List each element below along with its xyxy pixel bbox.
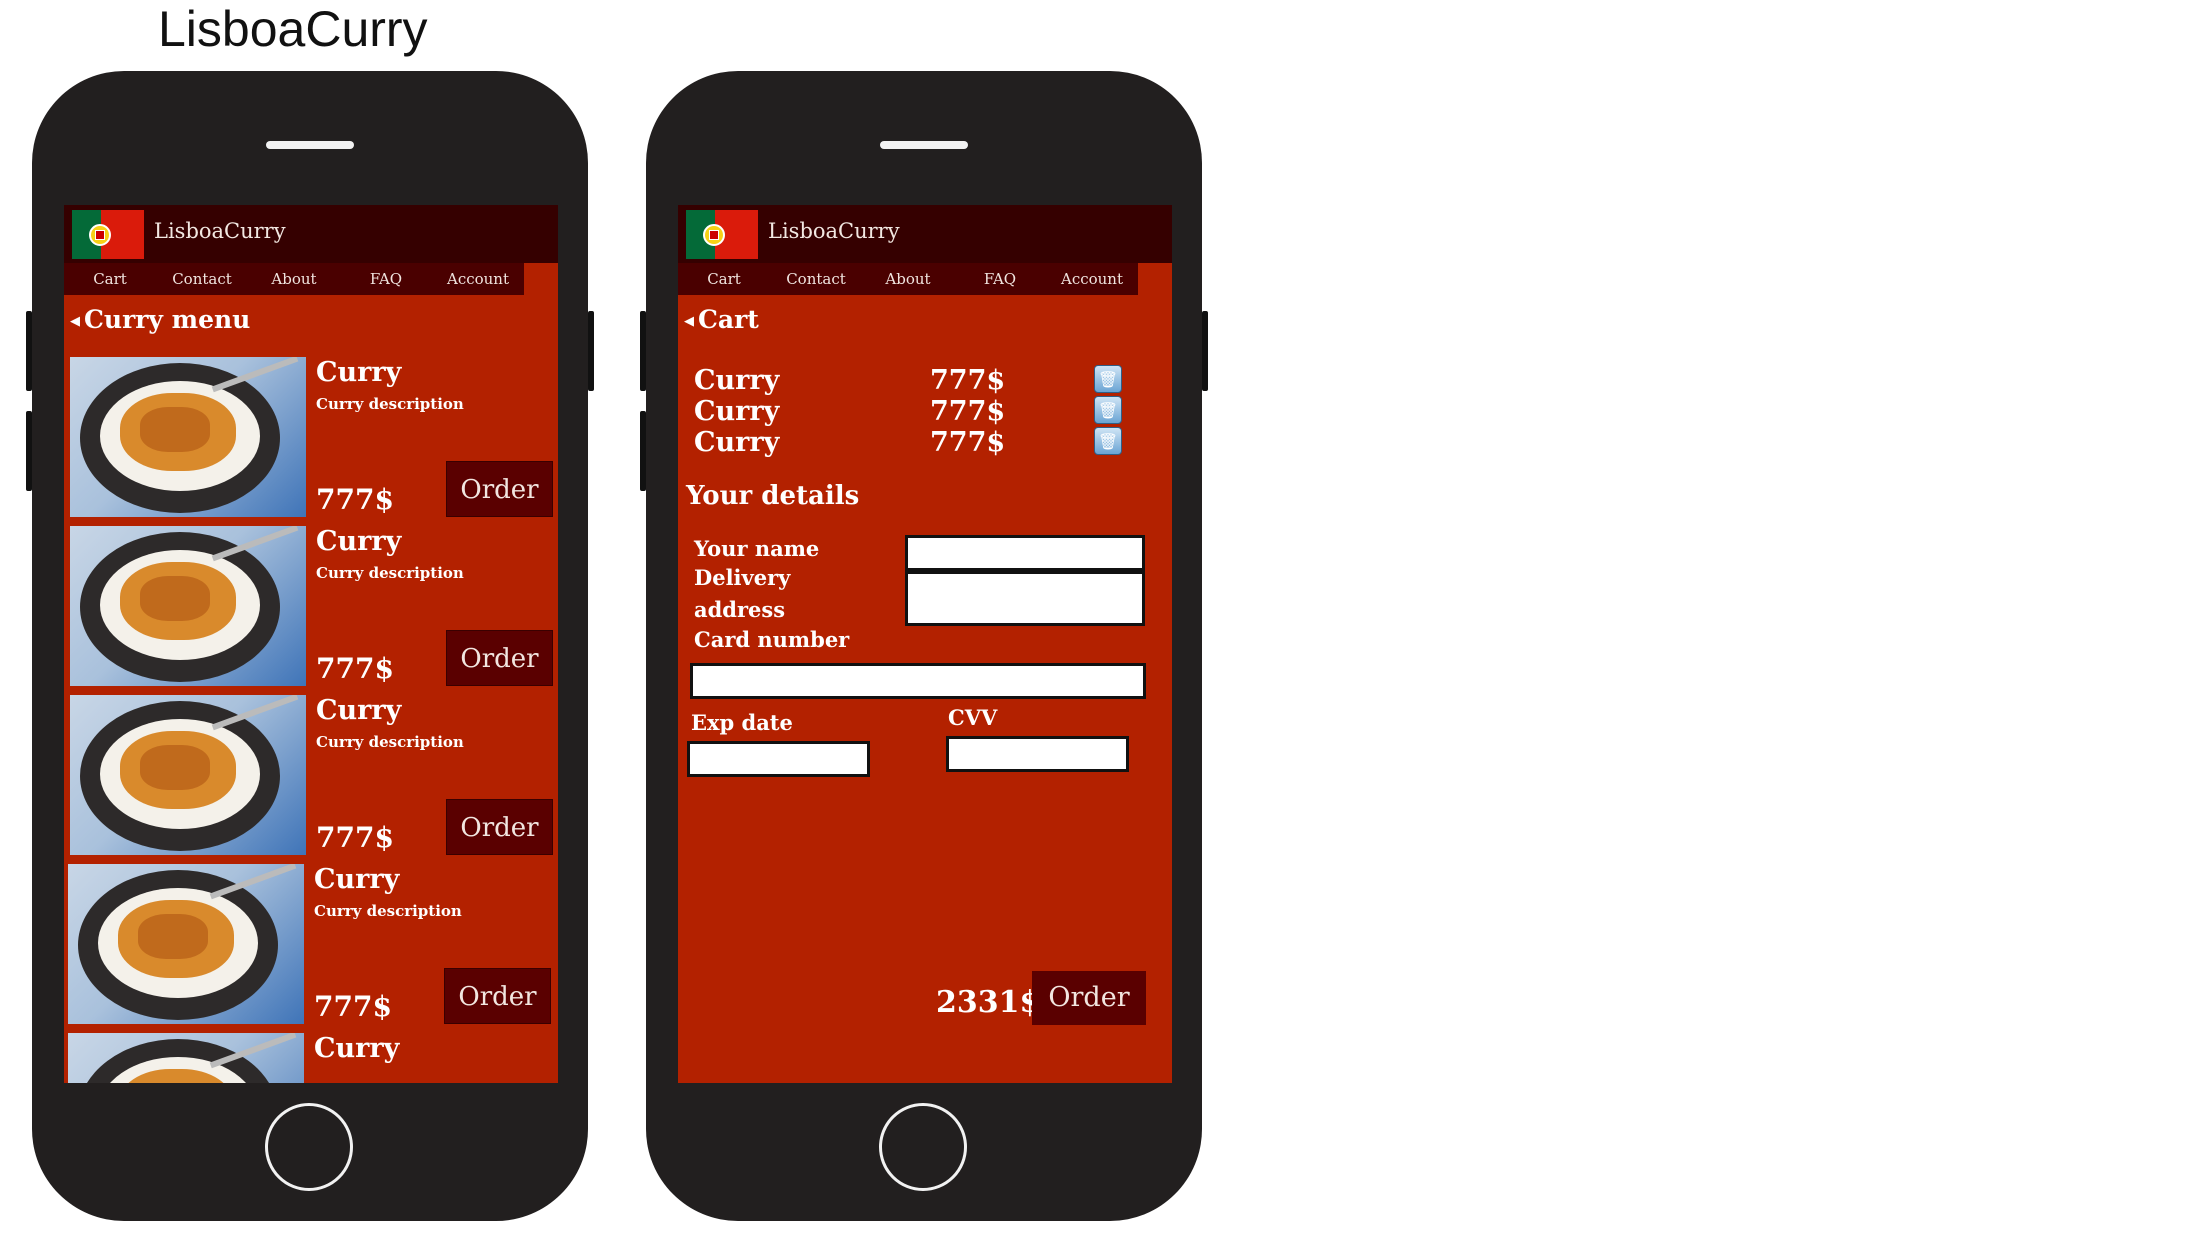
- menu-item: Curry Curry description 777$ Order: [70, 357, 553, 517]
- page-heading: Cart: [698, 305, 759, 334]
- home-button[interactable]: [879, 1103, 967, 1191]
- nav-cart[interactable]: Cart: [678, 263, 770, 295]
- page-title: LisboaCurry: [158, 1, 428, 57]
- cart-item-price: 777$: [930, 365, 1006, 396]
- item-description: Curry description: [316, 564, 464, 582]
- volume-down-button: [26, 411, 32, 491]
- item-price: 777$: [316, 483, 394, 516]
- portugal-flag-icon: [72, 210, 144, 259]
- cart-item-name: Curry: [694, 427, 780, 458]
- app-bar: LisboaCurry: [64, 205, 558, 263]
- card-number-label: Card number: [694, 627, 850, 652]
- delivery-address-input[interactable]: [905, 571, 1145, 626]
- cart-item-price: 777$: [930, 396, 1006, 427]
- your-name-input[interactable]: [905, 535, 1145, 571]
- item-description: Curry description: [314, 902, 462, 920]
- card-number-input[interactable]: [690, 663, 1146, 699]
- back-button[interactable]: ◀ Curry menu: [70, 305, 250, 334]
- home-button[interactable]: [265, 1103, 353, 1191]
- nav-bar: Cart Contact About FAQ Account: [64, 263, 524, 295]
- menu-screen: LisboaCurry Cart Contact About FAQ Accou…: [64, 205, 558, 1083]
- order-button[interactable]: Order: [1032, 971, 1146, 1025]
- nav-faq[interactable]: FAQ: [340, 263, 432, 295]
- curry-image: [68, 864, 304, 1024]
- nav-about[interactable]: About: [248, 263, 340, 295]
- nav-account[interactable]: Account: [432, 263, 524, 295]
- item-name: Curry: [314, 864, 400, 895]
- brand-name: LisboaCurry: [768, 219, 900, 243]
- item-price: 777$: [314, 990, 392, 1023]
- menu-item: Curry: [68, 1033, 546, 1083]
- curry-image: [68, 1033, 304, 1083]
- nav-bar: Cart Contact About FAQ Account: [678, 263, 1138, 295]
- address-label: address: [694, 597, 786, 622]
- trash-icon[interactable]: 🗑: [1094, 427, 1122, 455]
- cart-item: Curry 777$ 🗑: [694, 427, 1154, 459]
- your-name-label: Your name: [694, 536, 820, 561]
- nav-faq[interactable]: FAQ: [954, 263, 1046, 295]
- exp-date-input[interactable]: [687, 741, 870, 777]
- delivery-label: Delivery: [694, 565, 791, 590]
- item-name: Curry: [316, 357, 402, 388]
- order-button[interactable]: Order: [446, 461, 553, 517]
- cart-item-name: Curry: [694, 365, 780, 396]
- trash-icon[interactable]: 🗑: [1094, 396, 1122, 424]
- speaker: [266, 141, 354, 149]
- order-total: 2331$: [936, 985, 1041, 1020]
- phone-cart: LisboaCurry Cart Contact About FAQ Accou…: [640, 71, 1208, 1221]
- nav-account[interactable]: Account: [1046, 263, 1138, 295]
- app-bar: LisboaCurry: [678, 205, 1172, 263]
- cart-item-name: Curry: [694, 396, 780, 427]
- phone-menu: LisboaCurry Cart Contact About FAQ Accou…: [26, 71, 594, 1221]
- order-button[interactable]: Order: [446, 630, 553, 686]
- back-button[interactable]: ◀ Cart: [684, 305, 759, 334]
- portugal-flag-icon: [686, 210, 758, 259]
- exp-date-label: Exp date: [691, 710, 793, 735]
- volume-down-button: [640, 411, 646, 491]
- cvv-input[interactable]: [946, 736, 1129, 772]
- power-button: [1202, 311, 1208, 391]
- back-arrow-icon: ◀: [684, 314, 694, 329]
- brand-name: LisboaCurry: [154, 219, 286, 243]
- item-name: Curry: [316, 695, 402, 726]
- speaker: [880, 141, 968, 149]
- trash-icon[interactable]: 🗑: [1094, 365, 1122, 393]
- item-name: Curry: [316, 526, 402, 557]
- menu-item: Curry Curry description 777$ Order: [68, 864, 551, 1024]
- menu-item: Curry Curry description 777$ Order: [70, 695, 553, 855]
- order-button[interactable]: Order: [444, 968, 551, 1024]
- curry-image: [70, 695, 306, 855]
- cart-item: Curry 777$ 🗑: [694, 396, 1154, 428]
- page-heading: Curry menu: [84, 305, 251, 334]
- power-button: [588, 311, 594, 391]
- item-description: Curry description: [316, 733, 464, 751]
- nav-about[interactable]: About: [862, 263, 954, 295]
- volume-up-button: [640, 311, 646, 391]
- item-price: 777$: [316, 821, 394, 854]
- volume-up-button: [26, 311, 32, 391]
- nav-contact[interactable]: Contact: [156, 263, 248, 295]
- cvv-label: CVV: [948, 705, 998, 730]
- cart-screen: LisboaCurry Cart Contact About FAQ Accou…: [678, 205, 1172, 1083]
- back-arrow-icon: ◀: [70, 314, 80, 329]
- menu-item: Curry Curry description 777$ Order: [70, 526, 553, 686]
- nav-cart[interactable]: Cart: [64, 263, 156, 295]
- curry-image: [70, 357, 306, 517]
- nav-contact[interactable]: Contact: [770, 263, 862, 295]
- order-button[interactable]: Order: [446, 799, 553, 855]
- cart-item-price: 777$: [930, 427, 1006, 458]
- cart-item: Curry 777$ 🗑: [694, 365, 1154, 397]
- item-price: 777$: [316, 652, 394, 685]
- details-title: Your details: [686, 481, 860, 511]
- curry-image: [70, 526, 306, 686]
- item-name: Curry: [314, 1033, 400, 1064]
- item-description: Curry description: [316, 395, 464, 413]
